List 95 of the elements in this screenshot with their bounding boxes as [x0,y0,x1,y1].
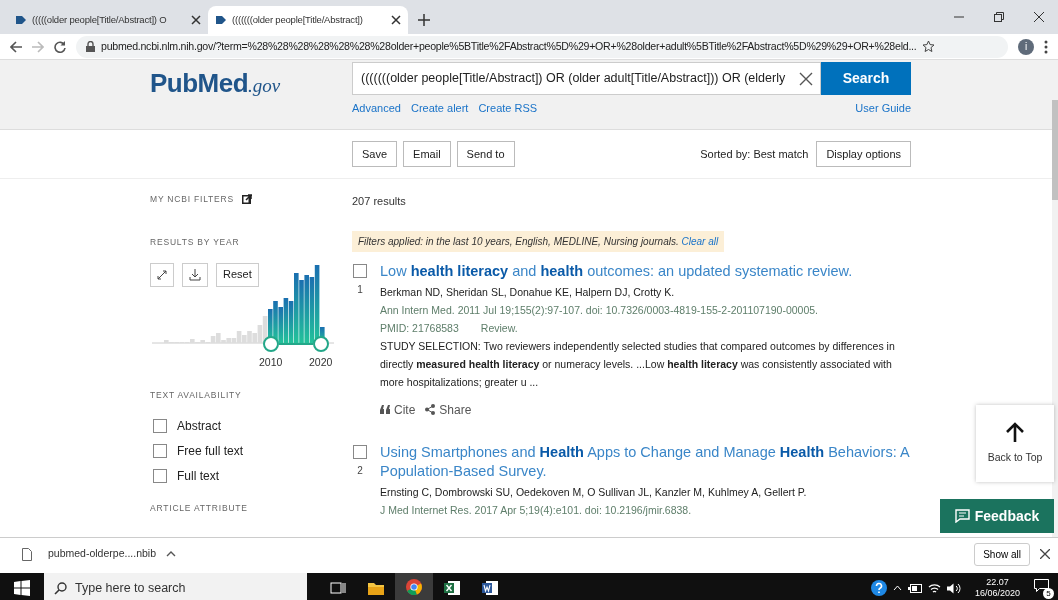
expand-icon [157,269,167,280]
pmid-text: PMID: 21768583 [380,320,459,336]
back-icon[interactable] [10,40,22,53]
download-button[interactable] [182,262,208,287]
cite-link[interactable]: Cite [380,400,416,419]
checkbox[interactable] [153,468,167,483]
checkbox-label[interactable]: Abstract [177,416,221,435]
result-number: 1 [357,282,363,297]
checkbox[interactable] [353,263,367,278]
notification-icon [1034,579,1049,592]
toolbar-button[interactable]: Email [403,140,451,168]
slider-handle[interactable] [263,335,279,352]
restore-icon[interactable] [994,12,1004,22]
back-to-top-button[interactable]: Back to Top [976,405,1054,482]
axis-label: 2010 [259,354,283,370]
lock-icon [86,41,95,52]
checkbox-label[interactable]: Free full text [177,441,244,460]
header-link[interactable]: Create alert [410,100,469,117]
notifications-button[interactable]: 5 [1034,579,1052,597]
checkbox[interactable] [153,418,167,433]
document-icon [482,580,498,596]
chat-icon [954,509,970,523]
download-icon [189,268,201,281]
browser-tab[interactable]: (((((older people[Title/Abstract]) O [8,6,208,34]
wifi-icon[interactable] [927,582,941,594]
toolbar-button[interactable]: Send to [456,140,515,168]
expand-button[interactable] [150,262,174,287]
checkbox[interactable] [353,444,367,459]
filters-text: Filters applied: in the last 10 years, English, MEDLINE, Nursing journals. [358,235,680,247]
folder-icon [368,580,384,596]
checkbox[interactable] [153,443,167,458]
slider-track[interactable] [278,342,314,345]
close-icon[interactable] [1040,549,1050,559]
section-heading: RESULTS BY YEAR [150,235,241,249]
header-link[interactable]: Create RSS [478,100,538,117]
reset-button[interactable]: Reset [216,262,259,287]
close-icon[interactable] [1034,12,1044,22]
taskbar-app[interactable] [395,573,433,600]
feedback-button[interactable]: Feedback [940,499,1054,533]
menu-icon[interactable] [1044,39,1048,54]
section-heading: MY NCBI FILTERS [150,193,234,206]
file-icon [22,547,32,561]
address-bar[interactable]: pubmed.ncbi.nlm.nih.gov/?term=%28%28%28%28%28%28%28older+people%5BTitle%2FAbstract%5D%29+OR+%28older+adult%5BTitle%2FAbstract%5D%29%29+OR+%28eld... [76,35,1008,58]
spreadsheet-icon [444,580,460,596]
article-title-link[interactable]: Using Smartphones and Health Apps to Change and Manage Health Behaviors: A Population-Based Survey. [380,442,912,481]
toolbar-button[interactable]: Save [352,140,398,168]
sort-label: Sorted by: Best match [700,146,809,162]
share-link[interactable]: Share [425,400,472,419]
taskview-icon [330,580,346,596]
clock-time[interactable]: 22.07 [974,577,1020,588]
clock-date[interactable]: 16/06/2020 [974,588,1020,599]
checkbox-label[interactable]: Full text [177,466,219,485]
star-icon[interactable] [922,40,936,53]
citation-text: Ann Intern Med. 2011 Jul 19;155(2):97-107. doi: 10.7326/0003-4819-155-2-201107190-00005. [380,302,820,318]
browser-icon [406,579,422,595]
notification-count: 5 [1043,588,1054,599]
authors-text: Ernsting C, Dombrowski SU, Oedekoven M, O Sullivan JL, Kanzler M, Kuhlmey A, Gellert P. [380,484,808,500]
article-title-link[interactable]: Low health literacy and health outcomes: an updated systematic review. [380,261,912,281]
close-icon[interactable] [391,15,401,25]
section-heading: ARTICLE ATTRIBUTE [150,502,249,515]
site-icon [215,14,227,26]
site-icon [15,14,27,26]
show-all-button[interactable]: Show all [974,542,1030,566]
results-count: 207 results [352,194,407,209]
abstract-snippet: STUDY SELECTION: Two reviewers independently selected studies that compared outcomes by differences in directly measured health literacy or numeracy levels. ...Low health literacy was consistently associated with more hospitalizations; greater u ... [380,338,896,390]
volume-icon[interactable] [946,582,961,594]
download-filename[interactable]: pubmed-olderpe....nbib [48,546,156,562]
caret-icon[interactable] [166,551,176,557]
search-button[interactable]: Search [821,62,911,95]
display-options-button[interactable]: Display options [816,140,911,168]
new-tab-icon[interactable] [418,14,430,26]
axis-label: 2020 [309,354,333,370]
article-type: Review. [480,320,518,336]
start-icon[interactable] [14,580,30,596]
close-icon[interactable] [191,15,201,25]
authors-text: Berkman ND, Sheridan SL, Donahue KE, Halpern DJ, Crotty K. [380,284,676,300]
header-link[interactable]: Advanced [352,100,401,117]
help-icon[interactable] [870,580,887,596]
battery-icon[interactable] [907,583,922,593]
citation-text: J Med Internet Res. 2017 Apr 5;19(4):e101. doi: 10.2196/jmir.6838. [380,502,693,518]
pubmed-logo[interactable]: PubMed.gov [150,60,352,129]
up-arrow-icon [1005,421,1025,442]
clear-all-link[interactable]: Clear all [681,235,719,247]
external-link-icon[interactable] [241,194,252,205]
browser-tab[interactable]: (((((((older people[Title/Abstract]) [208,6,408,34]
slider-handle[interactable] [313,335,329,352]
profile-avatar[interactable]: i [1018,38,1034,55]
section-heading: TEXT AVAILABILITY [150,388,243,402]
reload-icon[interactable] [54,40,66,53]
search-icon [54,581,67,595]
result-number: 2 [357,463,363,478]
taskbar-search-field[interactable]: Type here to search [44,573,307,600]
user-guide-link[interactable]: User Guide [855,100,911,117]
quote-icon [380,405,390,414]
share-icon [425,404,436,415]
